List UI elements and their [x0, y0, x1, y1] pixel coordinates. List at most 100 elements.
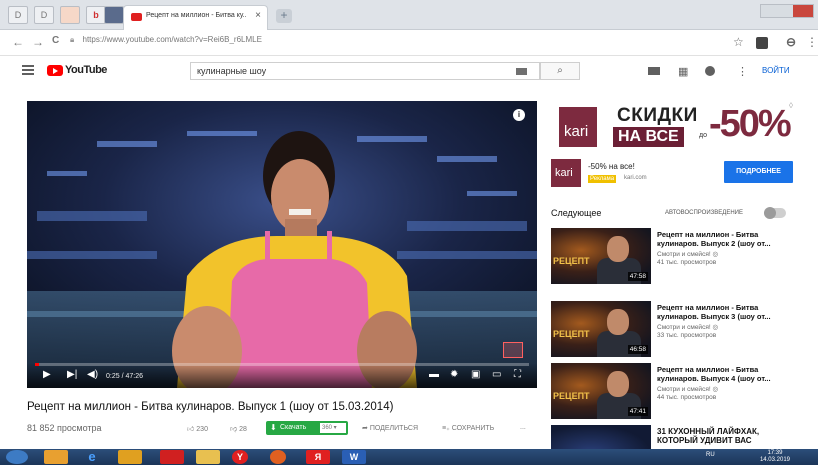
back-button[interactable]: ←	[12, 35, 24, 49]
list-item-channel: Смотри и смейся! ◎	[657, 324, 719, 331]
share-label: ПОДЕЛИТЬСЯ	[369, 425, 419, 432]
dislike-button[interactable]: 👎︎ 28	[230, 424, 247, 433]
youtube-logo-icon[interactable]	[47, 65, 63, 76]
next-icon[interactable]: ▶|	[67, 369, 77, 380]
ie-taskbar-icon[interactable]: e	[80, 450, 104, 464]
ad-more-button[interactable]: ПОДРОБНЕЕ	[724, 161, 793, 183]
settings-more-icon[interactable]: ⋮	[737, 65, 748, 78]
settings-icon[interactable]: ✹	[450, 369, 458, 380]
list-item-title[interactable]: Рецепт на миллион - Битва кулинаров. Вып…	[657, 303, 792, 321]
progress-fill	[35, 363, 40, 366]
ad-options-icon[interactable]: ◊	[789, 101, 793, 110]
ad-headline-1: СКИДКИ	[617, 105, 698, 126]
window-close-button[interactable]	[793, 5, 813, 17]
theater-icon[interactable]: ▭	[492, 369, 501, 380]
messages-icon[interactable]	[705, 66, 715, 76]
pinned-tab[interactable]: b	[86, 6, 106, 24]
play-icon[interactable]: ▶	[43, 369, 51, 380]
media-taskbar-icon[interactable]	[118, 450, 142, 464]
address-bar[interactable]: 🔒︎ https://www.youtube.com/watch?v=Rei6B…	[70, 35, 262, 45]
account-icon[interactable]: ⊖	[786, 35, 796, 49]
thumbnail-logo: РЕЦЕПТ	[553, 256, 590, 266]
menu-icon[interactable]	[22, 65, 34, 75]
more-actions-button[interactable]: ...	[520, 424, 526, 431]
share-icon: ➦	[362, 425, 368, 432]
ad-promo-row: kari -50% на все! Реклама kari.com ПОДРО…	[551, 157, 793, 189]
thumbnail-logo: РЕЦЕПТ	[553, 391, 590, 401]
save-label: СОХРАНИТЬ	[451, 425, 495, 432]
yandex-taskbar-icon[interactable]: Y	[232, 450, 248, 464]
like-count: 230	[196, 426, 208, 433]
search-query: кулинарные шоу	[197, 66, 267, 76]
progress-bar[interactable]	[35, 363, 529, 366]
list-item[interactable]: РЕЦЕПТ 47:41 Рецепт на миллион - Битва к…	[551, 363, 796, 425]
miniplayer-icon[interactable]: ▣	[471, 369, 480, 380]
ad-domain: kari.com	[624, 175, 647, 181]
taskbar-clock[interactable]: 17:39 14.03.2019	[760, 450, 790, 464]
pinned-tab-label: b	[93, 10, 99, 20]
kari-logo: kari	[559, 107, 597, 147]
pinned-tab-label: D	[14, 10, 22, 20]
extension-icon[interactable]	[756, 37, 768, 49]
like-button[interactable]: 👍︎ 230	[187, 424, 208, 433]
create-video-icon[interactable]	[648, 67, 660, 75]
yandex-browser-taskbar-icon[interactable]: Я	[306, 450, 330, 464]
list-item[interactable]: 31 КУХОННЫЙ ЛАЙФХАК, КОТОРЫЙ УДИВИТ ВАС	[551, 425, 796, 449]
apps-grid-icon[interactable]: ▦	[678, 65, 688, 78]
info-icon[interactable]: i	[513, 109, 525, 121]
signin-button[interactable]: ВОЙТИ	[762, 66, 790, 75]
browser-menu-icon[interactable]: ⋮	[806, 35, 818, 49]
fullscreen-icon[interactable]: ⛶	[514, 369, 521, 380]
thumbnail-logo: РЕЦЕПТ	[553, 329, 590, 339]
video-thumbnail[interactable]	[551, 425, 651, 449]
clock-time: 17:39	[767, 450, 783, 456]
pinned-tab[interactable]: D	[8, 6, 28, 24]
tab-close-icon[interactable]: ×	[255, 10, 261, 21]
list-item-title[interactable]: Рецепт на миллион - Битва кулинаров. Вып…	[657, 365, 792, 383]
pinned-tab[interactable]	[104, 6, 124, 24]
pinned-tab[interactable]: D	[34, 6, 54, 24]
duration-badge: 47:41	[627, 407, 648, 416]
forward-button[interactable]: →	[32, 35, 44, 49]
reload-button[interactable]: C	[52, 35, 59, 46]
keyboard-icon[interactable]	[516, 68, 527, 75]
search-button[interactable]: ⌕	[540, 62, 580, 80]
active-tab[interactable]: Рецепт на миллион - Битва ку... ×	[123, 5, 268, 30]
word-taskbar-icon[interactable]: W	[342, 450, 366, 464]
bookmark-star-icon[interactable]: ☆	[733, 35, 744, 49]
list-item-title[interactable]: Рецепт на миллион - Битва кулинаров. Вып…	[657, 230, 792, 248]
autoplay-toggle[interactable]	[764, 207, 786, 219]
video-player[interactable]: i ▶ ▶| ◀) 0:25 / 47:26 ▬ ✹ ▣ ▭ ⛶	[27, 101, 537, 388]
firefox-taskbar-icon[interactable]	[270, 450, 286, 464]
ad-banner[interactable]: kari СКИДКИ НА ВСЕ до -50% ◊	[551, 101, 793, 153]
video-thumbnail[interactable]: РЕЦЕПТ 47:58	[551, 228, 651, 284]
pinned-tab[interactable]	[60, 6, 80, 24]
folder-taskbar-icon[interactable]	[196, 450, 220, 464]
start-button[interactable]	[6, 450, 28, 464]
player-controls	[27, 363, 537, 388]
kari-small-logo: kari	[551, 159, 581, 187]
chrome-taskbar-icon[interactable]	[44, 450, 68, 464]
list-item[interactable]: РЕЦЕПТ 46:58 Рецепт на миллион - Битва к…	[551, 301, 796, 363]
list-item-channel: Смотри и смейся! ◎	[657, 251, 719, 258]
ad-badge: Реклама	[588, 175, 617, 183]
save-button[interactable]: ≡₊ СОХРАНИТЬ	[442, 424, 494, 432]
duration-badge: 47:58	[627, 272, 648, 281]
list-item-views: 33 тыс. просмотров	[657, 332, 717, 339]
cast-icon[interactable]	[503, 342, 523, 358]
subtitles-icon[interactable]: ▬	[429, 369, 439, 380]
volume-icon[interactable]: ◀)	[87, 369, 98, 380]
search-input[interactable]: кулинарные шоу	[190, 62, 540, 80]
download-button[interactable]: ⬇ Скачать 360 ▾	[266, 421, 348, 435]
quality-select[interactable]: 360 ▾	[320, 423, 346, 433]
video-thumbnail[interactable]: РЕЦЕПТ 46:58	[551, 301, 651, 357]
tray-language[interactable]: RU	[706, 452, 715, 458]
ad-headline-2: НА ВСЕ	[613, 127, 684, 147]
pdf-taskbar-icon[interactable]	[160, 450, 184, 464]
list-item-title[interactable]: 31 КУХОННЫЙ ЛАЙФХАК, КОТОРЫЙ УДИВИТ ВАС	[657, 427, 792, 445]
share-button[interactable]: ➦ ПОДЕЛИТЬСЯ	[362, 424, 418, 432]
list-item[interactable]: РЕЦЕПТ 47:58 Рецепт на миллион - Битва к…	[551, 228, 796, 290]
new-tab-button[interactable]: +	[276, 9, 292, 23]
video-thumbnail[interactable]: РЕЦЕПТ 47:41	[551, 363, 651, 419]
youtube-logo-text[interactable]: YouTube	[65, 64, 107, 76]
